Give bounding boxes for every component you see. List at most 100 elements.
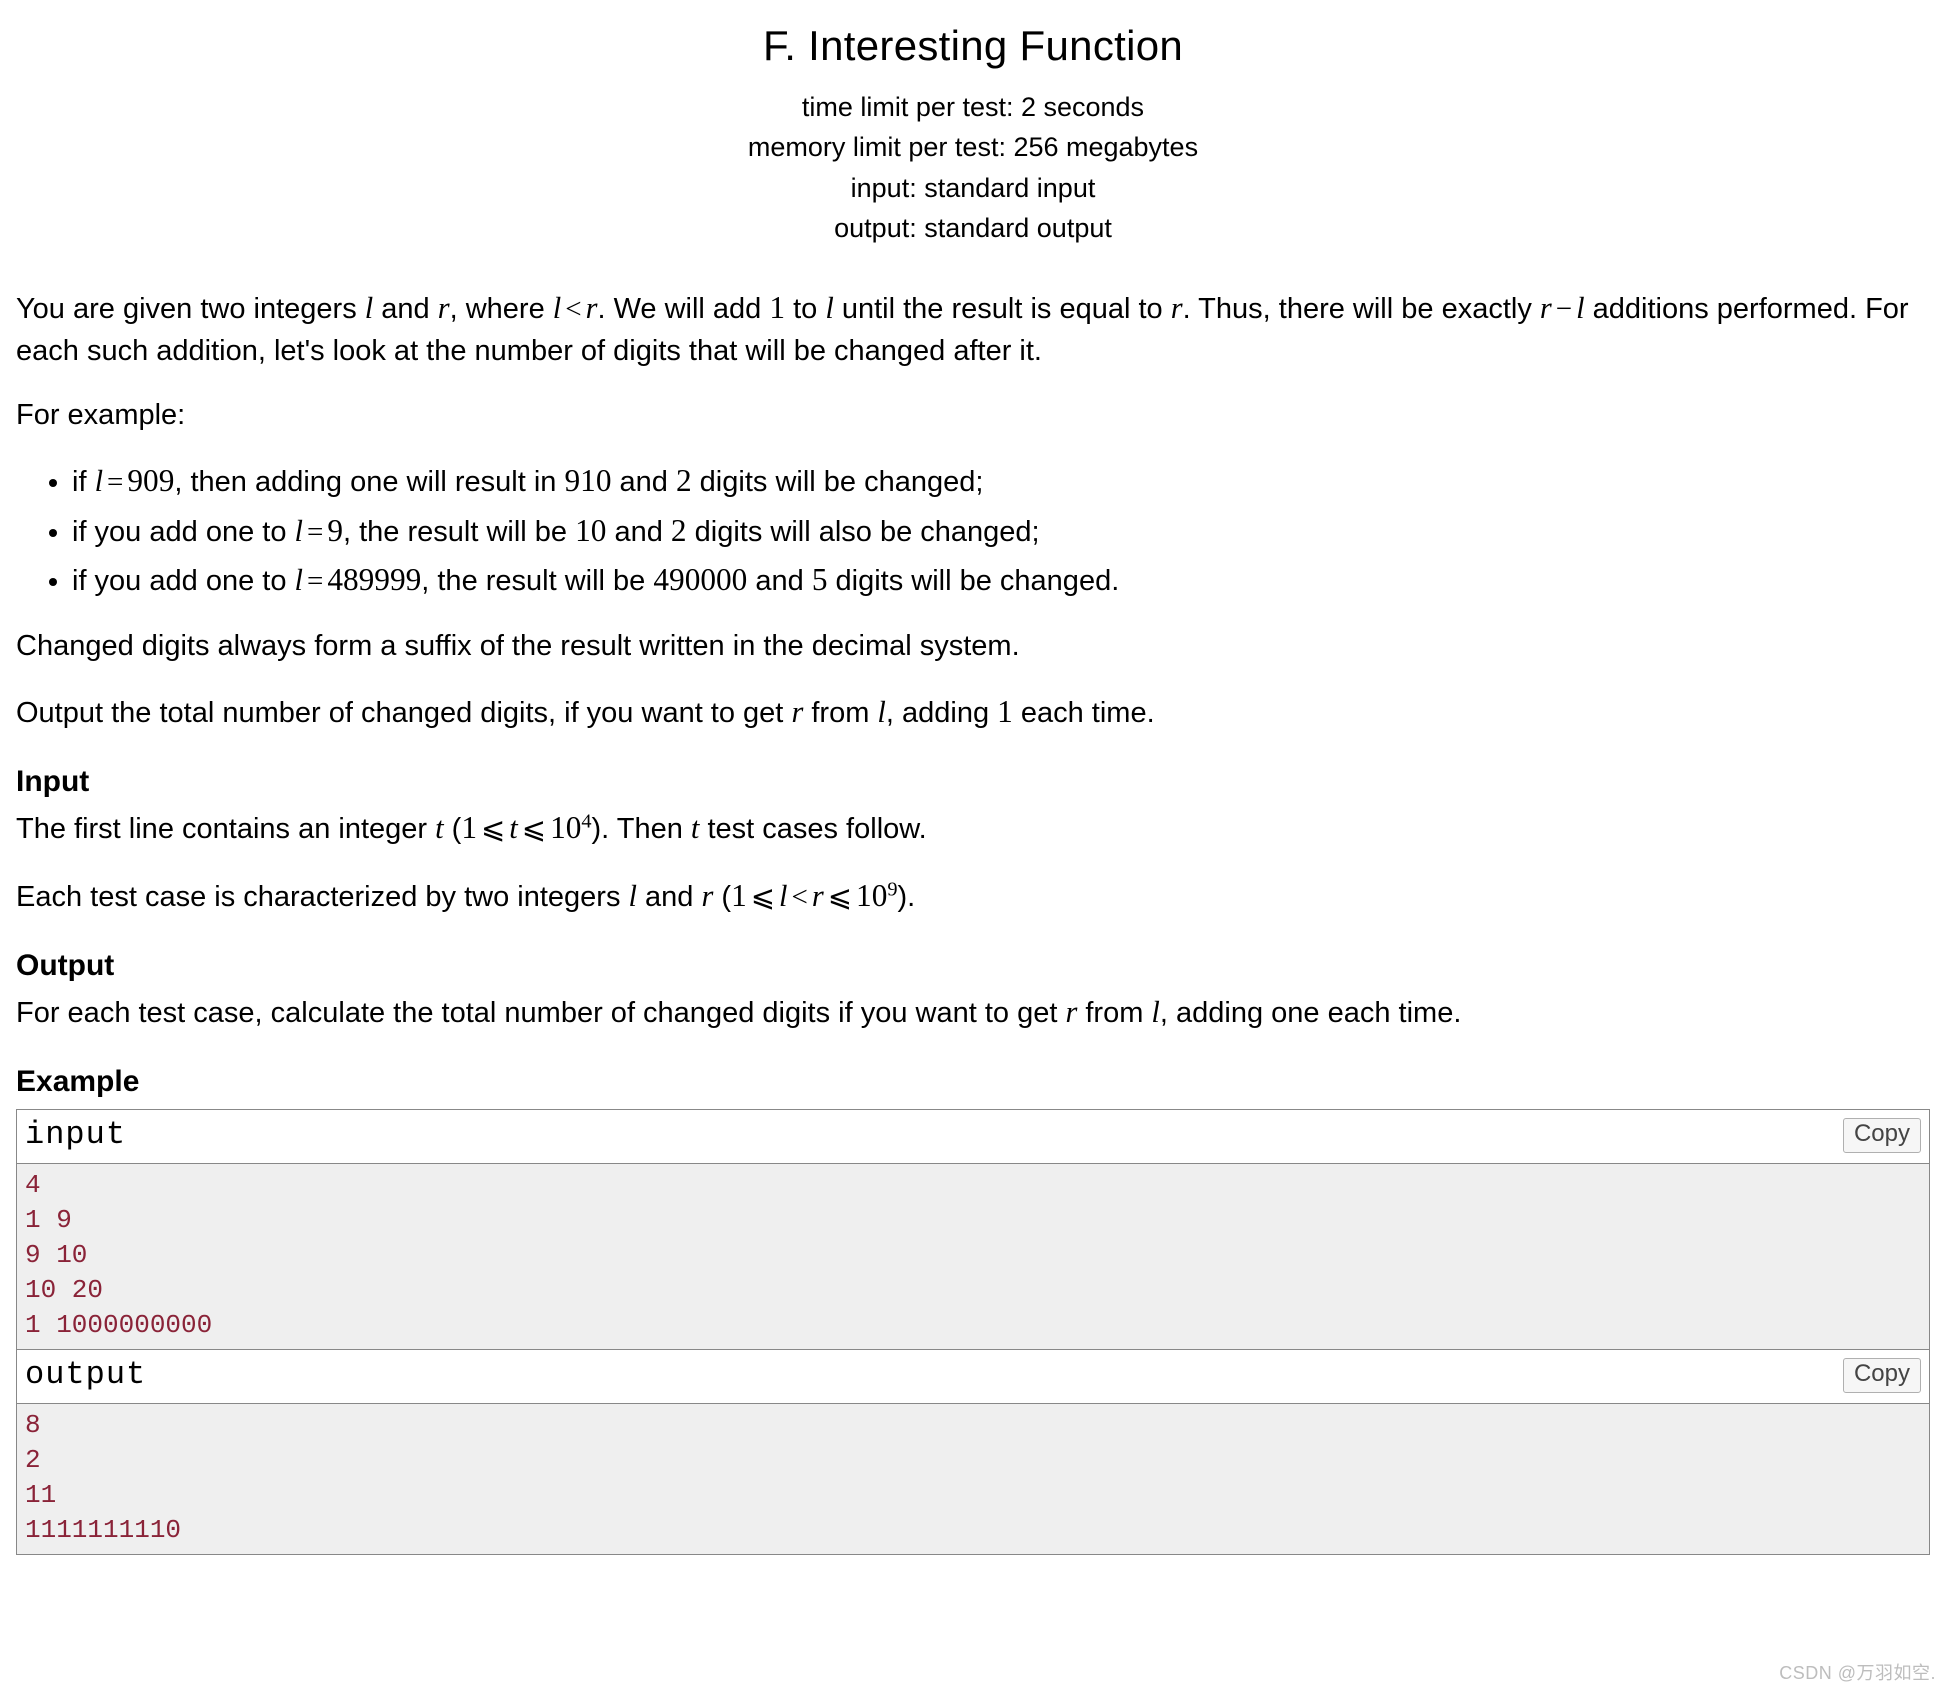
math-l: l: [779, 879, 787, 913]
math-num: 490000: [653, 562, 747, 597]
math-num: 5: [812, 562, 828, 597]
math-r: r: [701, 879, 713, 913]
math-num: 2: [676, 463, 692, 498]
math-r: r: [791, 695, 803, 729]
math-r: r: [812, 879, 824, 913]
text: and: [373, 293, 438, 325]
text: Output the total number of changed digit…: [16, 697, 791, 729]
copy-input-button[interactable]: Copy: [1843, 1118, 1921, 1153]
list-item: if you add one to l=489999, the result w…: [72, 557, 1930, 602]
text: test cases follow.: [699, 813, 926, 845]
math-r: r: [1171, 291, 1183, 325]
math-le: ⩽: [824, 881, 856, 913]
text: digits will also be changed;: [687, 516, 1040, 548]
section-heading-output: Output: [16, 944, 1930, 988]
text: if you add one to: [72, 516, 295, 548]
text: if: [72, 466, 95, 498]
example-input-label: input: [25, 1112, 126, 1158]
math-r: r: [1065, 995, 1077, 1029]
example-bullets: if l=909, then adding one will result in…: [16, 458, 1930, 602]
math-num: 9: [327, 513, 343, 548]
math-ten: 10: [856, 878, 887, 913]
text: , adding one each time.: [1160, 997, 1461, 1029]
math-r: r: [586, 291, 598, 325]
text: , the result will be: [421, 565, 653, 597]
text: , where: [450, 293, 553, 325]
math-l: l: [877, 695, 885, 729]
math-l: l: [553, 291, 561, 325]
output-mode: output: standard output: [16, 208, 1930, 249]
math-t: t: [509, 811, 517, 845]
text: You are given two integers: [16, 293, 365, 325]
text: Each test case is characterized by two i…: [16, 881, 629, 913]
text: , the result will be: [343, 516, 575, 548]
example-output-header: output Copy: [17, 1349, 1929, 1403]
section-heading-example: Example: [16, 1060, 1930, 1104]
math-t: t: [435, 811, 443, 845]
math-r: r: [1540, 291, 1552, 325]
math-le: ⩽: [747, 881, 779, 913]
math-eq: =: [303, 565, 327, 597]
text: digits will be changed.: [827, 565, 1119, 597]
math-exp9: 9: [887, 878, 897, 900]
math-num: 10: [575, 513, 606, 548]
text: digits will be changed;: [692, 466, 984, 498]
math-eq: =: [303, 516, 327, 548]
text: and: [606, 516, 671, 548]
paragraph-example-lead: For example:: [16, 394, 1930, 436]
list-item: if you add one to l=9, the result will b…: [72, 508, 1930, 553]
list-item: if l=909, then adding one will result in…: [72, 458, 1930, 503]
text: if you add one to: [72, 565, 295, 597]
paragraph-input-2: Each test case is characterized by two i…: [16, 873, 1930, 918]
text: and: [637, 881, 702, 913]
paragraph-intro: You are given two integers l and r, wher…: [16, 285, 1930, 372]
math-le: ⩽: [477, 813, 509, 845]
text: from: [803, 697, 877, 729]
example-input-text: 4 1 9 9 10 10 20 1 1000000000: [17, 1164, 1929, 1349]
example-output-text: 8 2 11 1111111110: [17, 1404, 1929, 1554]
text: until the result is equal to: [834, 293, 1171, 325]
example-output-label: output: [25, 1352, 146, 1398]
text: each time.: [1013, 697, 1155, 729]
copy-output-button[interactable]: Copy: [1843, 1358, 1921, 1393]
input-mode: input: standard input: [16, 168, 1930, 209]
math-ten: 10: [550, 810, 581, 845]
math-num: 489999: [327, 562, 421, 597]
math-l: l: [295, 563, 303, 597]
math-l: l: [825, 291, 833, 325]
text: , adding: [886, 697, 997, 729]
math-l: l: [295, 514, 303, 548]
text: (: [713, 881, 731, 913]
text: The first line contains an integer: [16, 813, 435, 845]
math-le: ⩽: [518, 813, 550, 845]
text: from: [1077, 997, 1151, 1029]
math-l: l: [1576, 291, 1584, 325]
math-one: 1: [731, 878, 747, 913]
math-minus: −: [1552, 293, 1576, 325]
example-input-header: input Copy: [17, 1110, 1929, 1163]
time-limit: time limit per test: 2 seconds: [16, 87, 1930, 128]
math-one: 1: [997, 694, 1013, 729]
problem-title: F. Interesting Function: [16, 16, 1930, 77]
text: to: [785, 293, 825, 325]
math-num: 909: [127, 463, 174, 498]
memory-limit: memory limit per test: 256 megabytes: [16, 127, 1930, 168]
problem-statement: F. Interesting Function time limit per t…: [0, 0, 1946, 1595]
math-lt: <: [788, 881, 812, 913]
math-r: r: [438, 291, 450, 325]
example-block: input Copy 4 1 9 9 10 10 20 1 1000000000…: [16, 1109, 1930, 1555]
paragraph-output: For each test case, calculate the total …: [16, 990, 1930, 1034]
text: ). Then: [592, 813, 691, 845]
text: and: [611, 466, 676, 498]
watermark: CSDN @万羽如空.: [1779, 1660, 1936, 1686]
math-l: l: [95, 464, 103, 498]
math-eq: =: [103, 466, 127, 498]
math-one: 1: [769, 290, 785, 325]
math-exp4: 4: [581, 811, 591, 833]
paragraph-suffix-note: Changed digits always form a suffix of t…: [16, 625, 1930, 667]
text: . Thus, there will be exactly: [1183, 293, 1540, 325]
text: ).: [897, 881, 915, 913]
paragraph-input-1: The first line contains an integer t (1⩽…: [16, 805, 1930, 850]
paragraph-task: Output the total number of changed digit…: [16, 689, 1930, 734]
text: , then adding one will result in: [174, 466, 564, 498]
